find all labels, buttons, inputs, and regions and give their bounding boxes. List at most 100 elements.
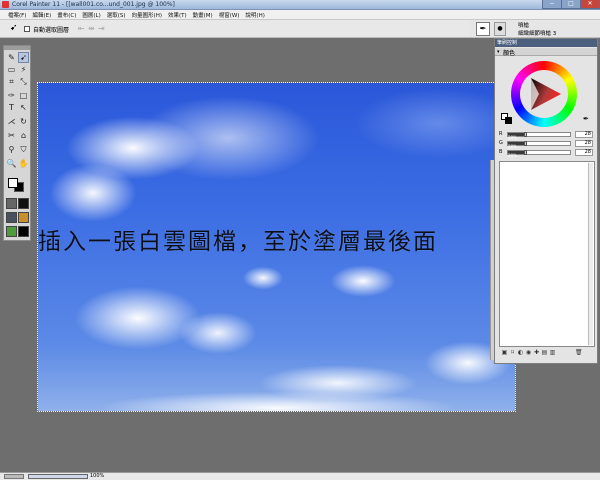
dropper-icon[interactable]: ✒ (583, 115, 589, 123)
align-center-icon[interactable]: ⇹ (88, 24, 95, 33)
weaves-library-icon[interactable] (18, 212, 29, 223)
menu-movie[interactable]: 動畫(M) (193, 11, 213, 19)
toolbox-grip[interactable] (4, 46, 30, 50)
brush-variant-button[interactable]: ● (494, 22, 506, 36)
blue-track[interactable]: 28% (507, 150, 571, 158)
magic-wand-icon[interactable]: ⚡ (18, 64, 29, 75)
green-value[interactable]: 28 (575, 140, 593, 147)
new-layer-icon[interactable]: ✚ (533, 349, 540, 356)
cloner-icon[interactable]: ✂ (6, 130, 17, 141)
zoom-slider[interactable] (28, 474, 88, 479)
panel-additional-swatch[interactable] (505, 117, 512, 124)
layers-list[interactable] (499, 161, 595, 347)
paper-library-icon[interactable] (6, 198, 17, 209)
green-label: G (499, 140, 503, 146)
blue-slider[interactable]: B 28% 28 (499, 149, 595, 158)
text-icon[interactable]: T (6, 102, 17, 113)
pattern-library-icon[interactable] (6, 212, 17, 223)
brush-tool-icon[interactable]: ✎ (6, 52, 17, 63)
paint-bucket-icon[interactable]: ⛉ (18, 144, 29, 155)
red-value[interactable]: 28 (575, 131, 593, 138)
close-button[interactable]: ✕ (580, 0, 600, 9)
menu-layers[interactable]: 圖層(L) (82, 11, 100, 19)
align-left-icon[interactable]: ⇤ (78, 24, 85, 33)
pen-icon[interactable]: ✑ (6, 90, 17, 101)
auto-select-label: 自動選取圖層 (33, 27, 70, 34)
align-right-icon[interactable]: ⇥ (98, 24, 105, 33)
shape-select-icon[interactable]: ↖ (18, 102, 29, 113)
layer-adjuster-icon[interactable]: ➹ (10, 23, 18, 33)
hue-ring[interactable] (511, 61, 577, 127)
color-panel-header[interactable]: ▾ 顏色 (495, 48, 597, 57)
panel-tab[interactable]: 筆刷控制 (495, 39, 597, 47)
color-layer-panel: 筆刷控制 ▾ 顏色 ✒ R 28% 28 G 28% 28 B 28% 28 ▣… (494, 38, 598, 364)
dynamic-plugins-icon[interactable]: ⌑ (509, 349, 516, 356)
blue-knob[interactable] (524, 150, 527, 155)
main-color-swatch[interactable] (8, 178, 18, 188)
group-icon[interactable]: ▤ (541, 349, 548, 356)
lock-icon[interactable]: ▥ (549, 349, 556, 356)
green-fill: 28% (508, 142, 525, 149)
layer-adjuster-tool-icon[interactable]: ➹ (18, 52, 29, 63)
brush-category-button[interactable]: ✒ (476, 22, 490, 36)
visibility-icon[interactable]: ◉ (525, 349, 532, 356)
menu-shapes[interactable]: 向量圖形(H) (132, 11, 162, 19)
window-title: Corel Painter 11 - [[wall001.co...und_00… (12, 1, 175, 8)
dropper-icon[interactable]: ⚲ (6, 144, 17, 155)
layer-commands-icon[interactable]: ▣ (501, 349, 508, 356)
gradient-library-icon[interactable] (18, 198, 29, 209)
menu-canvas[interactable]: 畫布(C) (57, 11, 76, 19)
rect-select-icon[interactable]: ▭ (6, 64, 17, 75)
blue-fill: 28% (508, 151, 525, 158)
shape-rect-icon[interactable]: □ (18, 90, 29, 101)
red-fill: 28% (508, 133, 525, 140)
menu-effects[interactable]: 效果(T) (168, 11, 187, 19)
menu-file[interactable]: 檔案(F) (8, 11, 26, 19)
green-slider[interactable]: G 28% 28 (499, 140, 595, 149)
nozzle-library-icon[interactable] (18, 226, 29, 237)
zoom-control-icon[interactable] (4, 474, 24, 479)
crop-icon[interactable]: ⌗ (6, 76, 17, 87)
rotate-icon[interactable]: ↻ (18, 116, 29, 127)
menu-window[interactable]: 視窗(W) (219, 11, 240, 19)
blue-value[interactable]: 28 (575, 149, 593, 156)
menu-select[interactable]: 選取(S) (107, 11, 126, 19)
green-knob[interactable] (524, 141, 527, 146)
red-track[interactable]: 28% (507, 132, 571, 140)
maximize-button[interactable]: □ (561, 0, 581, 9)
layer-tools: ▣ ⌑ ◐ ◉ ✚ ▤ ▥ 🗑 (499, 348, 595, 358)
stamp-icon[interactable]: ⌂ (18, 130, 29, 141)
brush-selector-bar: ✒ ● 噴槍 細緻細節噴槍 3 (470, 20, 600, 38)
zoom-level[interactable]: 100% (90, 473, 104, 479)
blue-percent: 28% (508, 153, 517, 158)
app-icon (2, 1, 9, 8)
minimize-button[interactable]: − (542, 0, 562, 9)
panel-tab-label: 筆刷控制 (497, 40, 518, 46)
toolbox: ✎ ➹ ▭ ⚡ ⌗ ⤡ ✑ □ T ↖ ⋌ ↻ ✂ ⌂ ⚲ ⛉ 🔍 ✋ (3, 45, 31, 241)
menu-help[interactable]: 說明(H) (245, 11, 264, 19)
grabber-icon[interactable]: ✋ (18, 158, 29, 169)
saturation-triangle[interactable] (525, 75, 563, 113)
menu-edit[interactable]: 編輯(E) (32, 11, 51, 19)
mirror-icon[interactable]: ⋌ (6, 116, 17, 127)
magnifier-icon[interactable]: 🔍 (6, 158, 17, 169)
looks-library-icon[interactable] (6, 226, 17, 237)
collapse-triangle-icon[interactable]: ▾ (497, 49, 500, 55)
layers-scrollbar[interactable] (588, 163, 593, 345)
trash-icon[interactable]: 🗑 (575, 349, 583, 356)
brush-icon: ✒ (479, 24, 487, 33)
layer-mask-icon[interactable]: ◐ (517, 349, 524, 356)
auto-select-checkbox[interactable] (24, 26, 30, 32)
brush-variant[interactable]: 細緻細節噴槍 3 (518, 29, 556, 37)
color-panel-title: 顏色 (503, 50, 516, 57)
tutorial-caption: 插入一張白雲圖檔，至於塗層最後面 (38, 229, 438, 255)
red-slider[interactable]: R 28% 28 (499, 131, 595, 140)
green-track[interactable]: 28% (507, 141, 571, 149)
transform-icon[interactable]: ⤡ (18, 76, 29, 87)
red-knob[interactable] (524, 132, 527, 137)
brush-category[interactable]: 噴槍 (518, 21, 529, 29)
menu-bar: 檔案(F) 編輯(E) 畫布(C) 圖層(L) 選取(S) 向量圖形(H) 效果… (0, 10, 600, 20)
title-bar: Corel Painter 11 - [[wall001.co...und_00… (0, 0, 600, 10)
property-bar: ➹ 自動選取圖層 ⇤ ⇹ ⇥ (0, 20, 470, 38)
red-label: R (499, 131, 503, 137)
